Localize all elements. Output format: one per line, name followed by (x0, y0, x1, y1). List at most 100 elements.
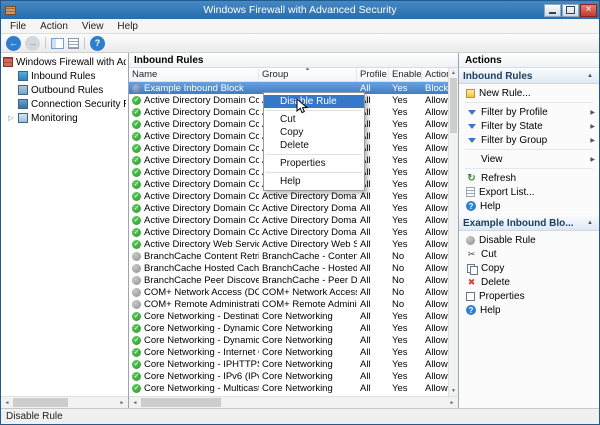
context-menu: Disable Rule Cut Copy Delete Properties Help (263, 92, 365, 191)
table-row[interactable]: Core Networking - Destination Unreacha..… (129, 310, 448, 322)
action-new-rule[interactable]: New Rule... (459, 86, 599, 100)
column-header-action[interactable]: Action (422, 68, 448, 81)
export-list-button[interactable] (68, 37, 79, 49)
tree-item-connection-security-rules[interactable]: Connection Security Rules (1, 97, 128, 111)
rule-profile-cell: All (360, 322, 371, 334)
scroll-left-button[interactable]: ◄ (1, 400, 13, 406)
rule-group-cell: Active Directory Domain Ser... (262, 226, 357, 238)
tree-item-monitoring[interactable]: ▷ Monitoring (1, 111, 128, 125)
table-row[interactable]: Core Networking - Dynamic Host Config...… (129, 322, 448, 334)
table-row[interactable]: Core Networking - IPHTTPS (TCP-In)Core N… (129, 358, 448, 370)
action-filter-by-group[interactable]: Filter by Group ▶ (459, 133, 599, 147)
action-properties[interactable]: Properties (459, 289, 599, 303)
rule-group-cell: COM+ Remote Administrati... (262, 298, 357, 310)
menu-view[interactable]: View (75, 20, 111, 33)
context-menu-disable-rule[interactable]: Disable Rule (264, 95, 364, 108)
collapse-arrow-icon[interactable]: ▲ (585, 220, 595, 226)
action-view[interactable]: View ▶ (459, 152, 599, 166)
context-menu-properties[interactable]: Properties (264, 157, 364, 170)
section-header-example-inbound-blo[interactable]: Example Inbound Blo... ▲ (459, 215, 599, 231)
scroll-track[interactable] (13, 397, 116, 408)
forward-button[interactable] (25, 35, 40, 51)
list-horizontal-scrollbar[interactable]: ◄ ► (129, 396, 458, 408)
tree-item-inbound-rules[interactable]: Inbound Rules (1, 69, 128, 83)
section-header-inbound-rules[interactable]: Inbound Rules ▲ (459, 68, 599, 84)
maximize-button[interactable] (562, 3, 579, 17)
vertical-scrollbar[interactable]: ▲ ▼ (448, 68, 458, 396)
rule-action-cell: Allow (425, 346, 448, 358)
table-row[interactable]: Core Networking - Dynamic Host Config...… (129, 334, 448, 346)
allow-rule-icon (132, 119, 141, 129)
action-filter-by-state[interactable]: Filter by State ▶ (459, 119, 599, 133)
close-button[interactable] (580, 3, 597, 17)
action-help[interactable]: Help (459, 199, 599, 213)
table-row[interactable]: Core Networking - Multicast Listener Do.… (129, 382, 448, 394)
scroll-track[interactable] (141, 397, 446, 408)
column-header-enabled[interactable]: Enabled (389, 68, 422, 81)
tree-item-outbound-rules[interactable]: Outbound Rules (1, 83, 128, 97)
table-row[interactable]: Active Directory Domain Controller (RPC.… (129, 214, 448, 226)
allow-rule-icon (132, 371, 141, 381)
action-cut[interactable]: Cut (459, 247, 599, 261)
rule-action-cell: Allow (425, 262, 448, 274)
scroll-track[interactable] (449, 78, 458, 386)
rule-group-cell: Core Networking (262, 310, 333, 322)
scroll-right-button[interactable]: ► (116, 400, 128, 406)
column-header-profile[interactable]: Profile (357, 68, 389, 81)
table-row[interactable]: Active Directory Domain Controller - W3.… (129, 226, 448, 238)
action-filter-by-profile[interactable]: Filter by Profile ▶ (459, 105, 599, 119)
context-menu-help[interactable]: Help (264, 175, 364, 188)
allow-rule-icon (132, 155, 141, 165)
scroll-right-button[interactable]: ► (446, 400, 458, 406)
action-export-list[interactable]: Export List... (459, 185, 599, 199)
table-row[interactable]: COM+ Network Access (DCOM-In)COM+ Networ… (129, 286, 448, 298)
table-row[interactable]: Core Networking - IPv6 (IPv6-In)Core Net… (129, 370, 448, 382)
action-copy[interactable]: Copy (459, 261, 599, 275)
back-button[interactable] (6, 35, 21, 51)
rule-enabled-cell: Yes (392, 226, 408, 238)
scroll-down-button[interactable]: ▼ (451, 386, 456, 396)
action-help[interactable]: Help (459, 303, 599, 317)
allow-rule-icon (132, 347, 141, 357)
minimize-button[interactable] (544, 3, 561, 17)
allow-rule-icon (132, 167, 141, 177)
table-row[interactable]: Active Directory Web Services (TCP-In)Ac… (129, 238, 448, 250)
table-row[interactable]: Active Directory Domain Controller - SA.… (129, 190, 448, 202)
scroll-thumb[interactable] (450, 78, 457, 133)
tree-horizontal-scrollbar[interactable]: ◄ ► (1, 396, 128, 408)
action-refresh[interactable]: Refresh (459, 171, 599, 185)
column-header-name[interactable]: Name (129, 68, 259, 81)
help-button[interactable] (90, 35, 105, 51)
table-row[interactable]: Core Networking - Internet Group Mana...… (129, 346, 448, 358)
context-menu-copy[interactable]: Copy (264, 126, 364, 139)
menu-help[interactable]: Help (110, 20, 145, 33)
allow-rule-icon (132, 191, 141, 201)
column-header-group[interactable]: Group ▲ (259, 68, 357, 81)
table-row[interactable]: BranchCache Content Retrieval (HTTP-In)B… (129, 250, 448, 262)
scroll-up-button[interactable]: ▲ (451, 68, 456, 78)
rule-enabled-cell: Yes (392, 358, 408, 370)
section-items: Disable RuleCutCopyDeletePropertiesHelp (459, 231, 599, 319)
title-bar: Windows Firewall with Advanced Security (1, 1, 599, 19)
show-tree-button[interactable] (51, 37, 64, 49)
action-delete[interactable]: Delete (459, 275, 599, 289)
rule-action-cell: Allow (425, 118, 448, 130)
rule-action-cell: Allow (425, 298, 448, 310)
table-row[interactable]: BranchCache Hosted Cache Server (HTT...B… (129, 262, 448, 274)
action-disable-rule[interactable]: Disable Rule (459, 233, 599, 247)
collapse-arrow-icon[interactable]: ▲ (585, 73, 595, 79)
context-menu-cut[interactable]: Cut (264, 113, 364, 126)
rule-enabled-cell: Yes (392, 82, 408, 94)
table-row[interactable]: Active Directory Domain Controller (RPC)… (129, 202, 448, 214)
menu-action[interactable]: Action (33, 20, 75, 33)
table-row[interactable]: BranchCache Peer Discovery (WSD-In)Branc… (129, 274, 448, 286)
context-menu-delete[interactable]: Delete (264, 139, 364, 152)
rule-action-cell: Allow (425, 226, 448, 238)
tree-root[interactable]: Windows Firewall with Advanc (1, 55, 128, 69)
scroll-thumb[interactable] (13, 398, 68, 407)
table-row[interactable]: COM+ Remote Administration (DCOM-In)COM+… (129, 298, 448, 310)
rule-group-cell: Active Directory Web Services (262, 238, 357, 250)
scroll-left-button[interactable]: ◄ (129, 400, 141, 406)
scroll-thumb[interactable] (141, 398, 221, 407)
menu-file[interactable]: File (3, 20, 33, 33)
